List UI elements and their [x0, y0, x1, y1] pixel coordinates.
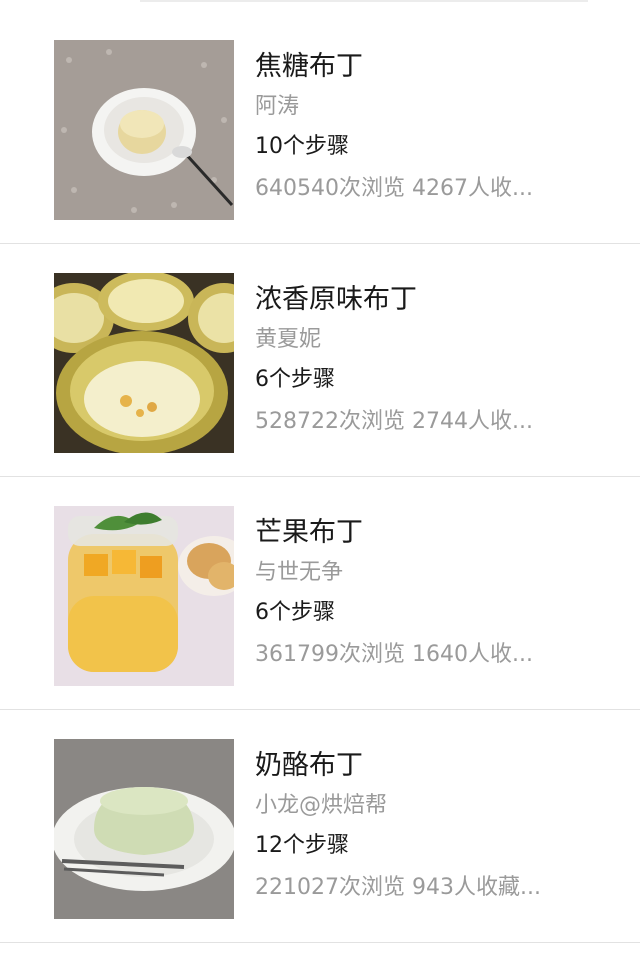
recipe-thumbnail[interactable]: [54, 739, 234, 919]
recipe-steps: 6个步骤: [255, 367, 335, 392]
recipe-steps: 10个步骤: [255, 134, 349, 159]
recipe-stats: 640540次浏览 4267人收...: [255, 176, 533, 201]
recipe-info: 浓香原味布丁 黄夏妮 6个步骤 528722次浏览 2744人收...: [255, 280, 595, 437]
recipe-thumbnail[interactable]: [54, 506, 234, 686]
recipe-stats: 221027次浏览 943人收藏...: [255, 875, 541, 900]
caramel-pudding-image: [54, 40, 234, 220]
original-pudding-image: [54, 273, 234, 453]
cheese-pudding-image: [54, 739, 234, 919]
top-divider: [140, 0, 588, 2]
item-divider: [0, 942, 640, 943]
recipe-thumbnail[interactable]: [54, 273, 234, 453]
recipe-steps: 12个步骤: [255, 833, 349, 858]
recipe-thumbnail[interactable]: [54, 40, 234, 220]
recipe-title: 奶酪布丁: [255, 750, 363, 781]
recipe-title: 浓香原味布丁: [255, 284, 417, 315]
mango-pudding-image: [54, 506, 234, 686]
recipe-author: 小龙@烘焙帮: [255, 793, 388, 818]
recipe-info: 芒果布丁 与世无争 6个步骤 361799次浏览 1640人收...: [255, 513, 595, 670]
recipe-author: 黄夏妮: [255, 327, 322, 352]
recipe-title: 芒果布丁: [255, 517, 363, 548]
recipe-list-item[interactable]: 焦糖布丁 阿涛 10个步骤 640540次浏览 4267人收...: [0, 11, 640, 244]
recipe-stats: 361799次浏览 1640人收...: [255, 642, 533, 667]
recipe-author: 阿涛: [255, 94, 300, 119]
recipe-title: 焦糖布丁: [255, 51, 363, 82]
recipe-steps: 6个步骤: [255, 600, 335, 625]
recipe-stats: 528722次浏览 2744人收...: [255, 409, 533, 434]
recipe-info: 焦糖布丁 阿涛 10个步骤 640540次浏览 4267人收...: [255, 47, 595, 204]
recipe-info: 奶酪布丁 小龙@烘焙帮 12个步骤 221027次浏览 943人收藏...: [255, 746, 595, 903]
recipe-list-item[interactable]: 芒果布丁 与世无争 6个步骤 361799次浏览 1640人收...: [0, 477, 640, 710]
recipe-list-item[interactable]: 浓香原味布丁 黄夏妮 6个步骤 528722次浏览 2744人收...: [0, 244, 640, 477]
recipe-author: 与世无争: [255, 560, 344, 585]
recipe-list: 焦糖布丁 阿涛 10个步骤 640540次浏览 4267人收... 浓香原味布丁…: [0, 11, 640, 943]
recipe-list-item[interactable]: 奶酪布丁 小龙@烘焙帮 12个步骤 221027次浏览 943人收藏...: [0, 710, 640, 943]
